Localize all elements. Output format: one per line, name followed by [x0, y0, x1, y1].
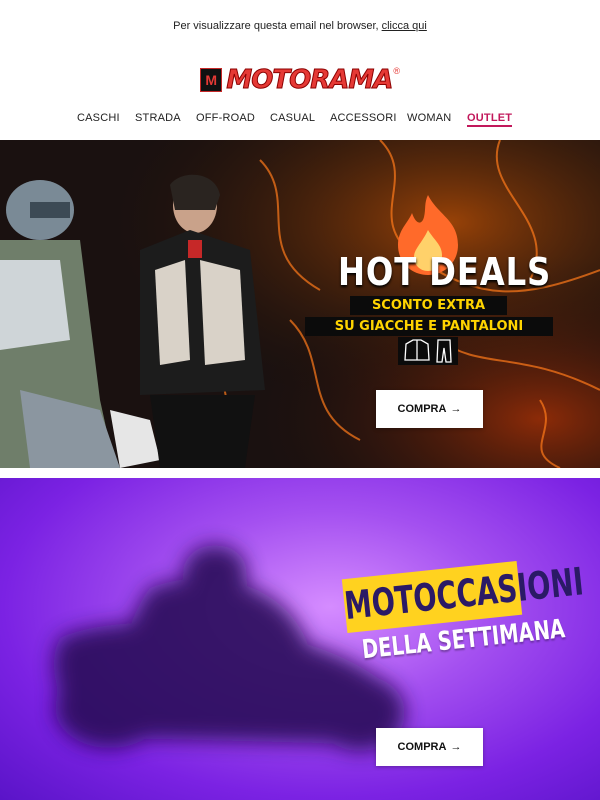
nav-item-casual[interactable]: CASUAL	[270, 112, 315, 124]
hot-deals-title: HOT DEALS	[338, 250, 552, 294]
nav-item-outlet[interactable]: OUTLET	[467, 112, 513, 127]
logo-mark-icon: M	[200, 68, 223, 92]
hot-deals-subtitle-2: SU GIACCHE E PANTALONI	[305, 317, 553, 336]
main-nav: CASCHI STRADA OFF-ROAD CASUAL ACCESSORI …	[0, 112, 600, 128]
hot-deals-buy-button[interactable]: COMPRA →	[376, 390, 483, 428]
registered-mark: ®	[393, 66, 400, 76]
jacket-icon	[398, 337, 458, 365]
buy-button-label: COMPRA	[397, 403, 447, 415]
arrow-right-icon: →	[450, 403, 462, 415]
preheader-text: Per visualizzare questa email nel browse…	[173, 20, 382, 32]
motorama-logo[interactable]: M MOTORAMA ®	[200, 65, 400, 96]
logo-wordmark: MOTORAMA	[226, 65, 394, 96]
nav-item-caschi[interactable]: CASCHI	[77, 112, 120, 124]
hot-deals-background	[0, 140, 600, 468]
view-in-browser-link[interactable]: clicca qui	[382, 20, 427, 32]
nav-item-off-road[interactable]: OFF-ROAD	[196, 112, 255, 124]
nav-item-woman[interactable]: WOMAN	[407, 112, 451, 124]
nav-item-accessori[interactable]: ACCESSORI	[330, 112, 397, 124]
hot-deals-subtitle-1: SCONTO EXTRA	[350, 296, 507, 315]
preheader: Per visualizzare questa email nel browse…	[0, 20, 600, 32]
hot-deals-banner[interactable]: HOT DEALS SCONTO EXTRA SU GIACCHE E PANT…	[0, 140, 600, 468]
buy-button-label: COMPRA	[397, 741, 447, 753]
nav-item-strada[interactable]: STRADA	[135, 112, 181, 124]
arrow-right-icon: →	[450, 741, 462, 753]
motoccasioni-buy-button[interactable]: COMPRA →	[376, 728, 483, 766]
